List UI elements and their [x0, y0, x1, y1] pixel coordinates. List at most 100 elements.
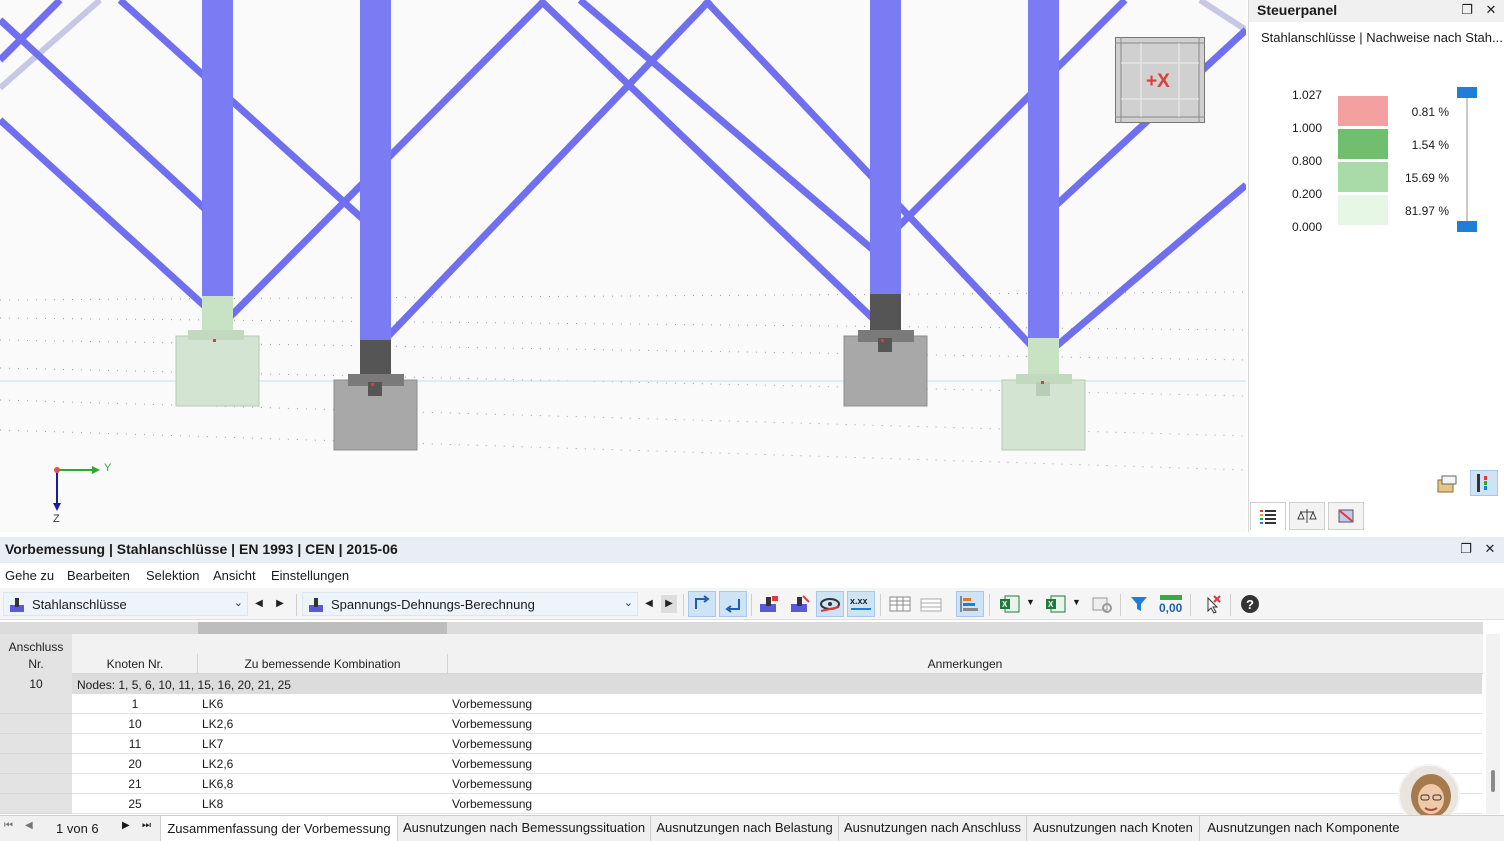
module-select[interactable]: Stahlanschlüsse ⌄	[3, 592, 248, 616]
model-graphic	[0, 0, 1246, 511]
row-header[interactable]	[0, 754, 72, 774]
filter-icon[interactable]	[1126, 591, 1154, 617]
legend-percent: 1.54 %	[1411, 138, 1449, 152]
control-panel-subtitle: Stahlanschlüsse | Nachweise nach Stah...	[1261, 30, 1503, 45]
close-icon[interactable]: ✕	[1483, 2, 1499, 18]
control-panel: Steuerpanel ❐ ✕ Stahlanschlüsse | Nachwe…	[1248, 0, 1504, 532]
node-number: 1	[131, 697, 139, 711]
column-header-remarks[interactable]: Anmerkungen	[448, 657, 1482, 671]
3d-viewport[interactable]: Y Z +X	[0, 0, 1246, 532]
table-rows-icon[interactable]	[917, 591, 945, 617]
legend-value: 0.200	[1291, 187, 1322, 201]
scrollbar-thumb[interactable]	[1491, 770, 1495, 792]
legend-slider-track	[1466, 92, 1468, 230]
clear-selection-icon[interactable]	[1198, 591, 1226, 617]
table-row[interactable]	[72, 794, 1482, 814]
help-icon[interactable]: ?	[1236, 591, 1264, 617]
previous-icon[interactable]: ◀	[251, 595, 267, 613]
menu-item-edit[interactable]: Bearbeiten	[67, 568, 130, 583]
first-page-icon[interactable]: ⏮	[4, 820, 13, 831]
values-icon[interactable]: x.xx	[847, 591, 875, 617]
remark: Vorbemessung	[452, 717, 533, 731]
axis-z-label: Z	[53, 513, 60, 525]
remark: Vorbemessung	[452, 737, 533, 751]
axis-gizmo	[53, 466, 100, 511]
restore-icon[interactable]: ❐	[1458, 541, 1474, 557]
tab-by-connection[interactable]: Ausnutzungen nach Anschluss	[839, 815, 1027, 841]
menu-item-view[interactable]: Ansicht	[213, 568, 256, 583]
show-member-icon[interactable]	[755, 591, 783, 617]
remark: Vorbemessung	[452, 797, 533, 811]
tab-summary[interactable]: Zusammenfassung der Vorbemessung	[160, 815, 398, 841]
legend-value: 1.000	[1291, 121, 1322, 135]
legend-slider-top-handle[interactable]	[1457, 87, 1477, 98]
visibility-icon[interactable]	[816, 591, 844, 617]
tab-by-node[interactable]: Ausnutzungen nach Knoten	[1027, 815, 1200, 841]
panel-tab-filter-icon[interactable]	[1328, 502, 1364, 530]
previous-icon[interactable]: ◀	[641, 595, 657, 613]
remark: Vorbemessung	[452, 757, 533, 771]
table-row[interactable]	[72, 694, 1482, 714]
excel-export-icon[interactable]: X	[996, 591, 1024, 617]
show-result-icon[interactable]	[786, 591, 814, 617]
tab-by-component[interactable]: Ausnutzungen nach Komponente	[1200, 815, 1407, 841]
sync-selection-icon[interactable]	[688, 591, 716, 617]
column-header-combination[interactable]: Zu bemessende Kombination	[198, 657, 447, 671]
menu-item-settings[interactable]: Einstellungen	[271, 568, 349, 583]
bar-chart-icon[interactable]	[956, 591, 984, 617]
table-row[interactable]	[72, 754, 1482, 774]
row-header[interactable]	[0, 714, 72, 734]
panel-tab-legend[interactable]	[1250, 502, 1286, 530]
panel-tab-balance-icon[interactable]	[1289, 502, 1325, 530]
print-settings-icon[interactable]	[1088, 591, 1116, 617]
row-header[interactable]	[0, 774, 72, 794]
svg-text:X: X	[1002, 600, 1008, 609]
node-number: 21	[128, 777, 142, 791]
next-icon[interactable]: ▶	[661, 595, 677, 613]
legend-value: 1.027	[1291, 88, 1322, 102]
last-page-icon[interactable]: ⏭	[142, 820, 151, 831]
view-cube[interactable]: +X	[1115, 37, 1205, 123]
tab-by-design-situation[interactable]: Ausnutzungen nach Bemessungssituation	[398, 815, 651, 841]
analysis-select-value: Spannungs-Dehnungs-Berechnung	[331, 597, 535, 612]
module-select-value: Stahlanschlüsse	[32, 597, 127, 612]
chevron-down-icon[interactable]: ▼	[1026, 597, 1035, 607]
toolbar-separator	[1230, 594, 1231, 616]
legend-slider-bottom-handle[interactable]	[1457, 221, 1477, 232]
column-header-connection[interactable]: Anschluss	[0, 640, 72, 654]
toolbar-separator	[1190, 594, 1191, 616]
combination: LK6	[202, 697, 224, 711]
menu-item-selection[interactable]: Selektion	[146, 568, 199, 583]
remark: Vorbemessung	[452, 777, 533, 791]
column-header-connection-nr[interactable]: Nr.	[0, 657, 72, 671]
excel-import-icon[interactable]: X	[1042, 591, 1070, 617]
restore-icon[interactable]: ❐	[1459, 2, 1475, 18]
table-row[interactable]	[72, 774, 1482, 794]
row-header[interactable]	[0, 734, 72, 754]
legend-swatch-lightgreen	[1338, 162, 1388, 192]
tab-by-load[interactable]: Ausnutzungen nach Belastung	[651, 815, 839, 841]
svg-text:0,00: 0,00	[1159, 601, 1183, 614]
table-columns-icon[interactable]	[886, 591, 914, 617]
sync-view-icon[interactable]	[719, 591, 747, 617]
panel-settings-icon[interactable]	[1434, 472, 1460, 496]
panel-scale-icon[interactable]	[1470, 470, 1498, 496]
table-row[interactable]	[72, 734, 1482, 754]
next-icon[interactable]: ▶	[272, 595, 288, 613]
chevron-down-icon: ⌄	[233, 597, 243, 609]
menu-item-goto[interactable]: Gehe zu	[5, 568, 54, 583]
table-row[interactable]	[72, 714, 1482, 734]
steel-connection-icon	[309, 598, 323, 612]
control-panel-header: Steuerpanel ❐ ✕	[1249, 0, 1504, 22]
column-header-node[interactable]: Knoten Nr.	[72, 657, 198, 671]
analysis-select[interactable]: Spannungs-Dehnungs-Berechnung ⌄	[302, 592, 638, 616]
close-icon[interactable]: ✕	[1482, 541, 1498, 557]
row-header[interactable]	[0, 794, 72, 814]
next-page-icon[interactable]: ▶	[122, 820, 130, 831]
previous-page-icon[interactable]: ◀	[25, 820, 33, 831]
legend-swatch-red	[1338, 96, 1388, 126]
row-header[interactable]	[0, 694, 72, 714]
legend-value: 0.000	[1291, 220, 1322, 234]
chevron-down-icon[interactable]: ▼	[1072, 597, 1081, 607]
decimal-places-icon[interactable]: 0,00	[1157, 591, 1185, 617]
